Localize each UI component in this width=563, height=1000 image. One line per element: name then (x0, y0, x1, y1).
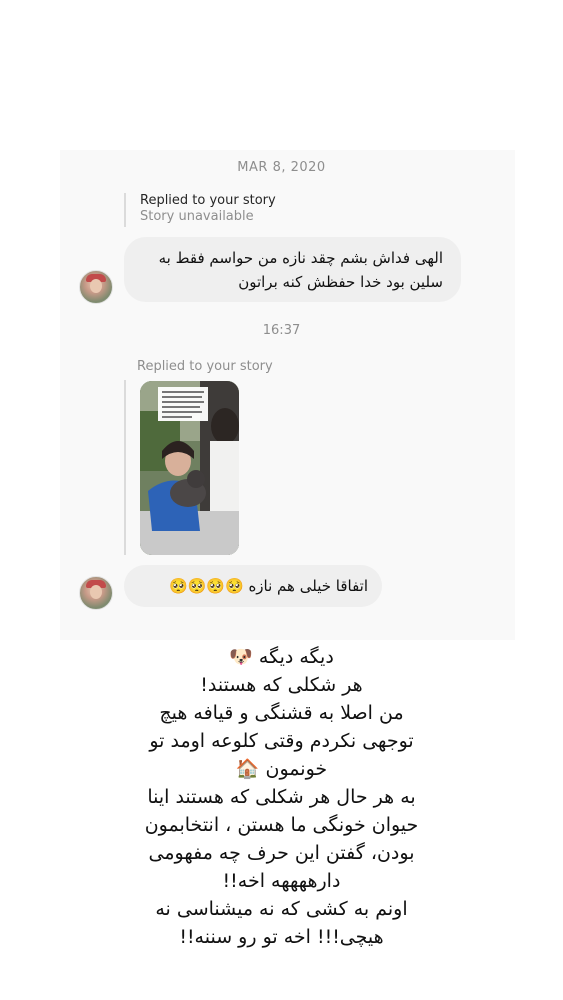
message-bubble[interactable]: اتفاقا خیلی هم نازه 🥺🥺🥺🥺 (124, 565, 382, 607)
caption-line: من اصلا به قشنگی و قیافه هیچ (159, 702, 404, 724)
story-caption: دیگه دیگه 🐶 هر شکلی که هستند! من اصلا به… (120, 643, 443, 951)
story-thumbnail[interactable] (140, 381, 239, 555)
story-reply-header: Replied to your story Story unavailable (124, 193, 276, 227)
caption-line: اونم به کشی که نه میشناسی نه (155, 898, 408, 920)
avatar[interactable] (79, 270, 113, 304)
avatar-face (90, 279, 102, 293)
reply-subtitle: Story unavailable (140, 209, 254, 224)
caption-line: بودن، گفتن این حرف چه مفهومی (148, 842, 415, 864)
caption-line: هیچی!!! اخه تو رو سننه!! (179, 926, 384, 948)
caption-line: به هر حال هر شکلی که هستند اینا (147, 786, 416, 808)
caption-line: دارههههه اخه!! (222, 870, 341, 892)
story-photo (140, 381, 239, 555)
avatar[interactable] (79, 576, 113, 610)
caption-line: توجهی نکردم وقتی کلوعه اومد تو (149, 730, 414, 752)
reply-quote-bar (124, 380, 126, 555)
caption-line: هر شکلی که هستند! (200, 674, 363, 696)
thread-date: MAR 8, 2020 (237, 160, 326, 175)
thread-time: 16:37 (262, 323, 301, 338)
avatar-face (90, 585, 102, 599)
caption-line: حیوان خونگی ما هستن ، انتخابمون (144, 814, 419, 836)
caption-line: دیگه دیگه 🐶 (229, 646, 334, 668)
reply-title: Replied to your story (140, 193, 276, 208)
caption-line: خونمون 🏠 (235, 758, 328, 780)
reply-title: Replied to your story (137, 359, 273, 374)
message-bubble[interactable]: الهی فداش بشم چقد نازه من حواسم فقط به س… (124, 237, 461, 302)
